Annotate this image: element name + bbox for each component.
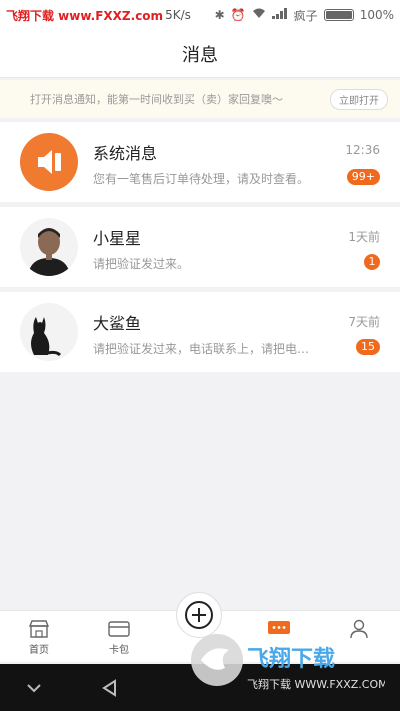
- back-icon[interactable]: [98, 676, 122, 700]
- message-preview: 请把验证发过来。: [93, 257, 190, 271]
- tab-home-label: 首页: [29, 645, 49, 656]
- message-preview: 您有一笔售后订单待处理，请及时查看。: [93, 172, 310, 186]
- cat-avatar: [20, 303, 78, 361]
- message-time: 7天前: [348, 315, 380, 329]
- wallet-icon: [108, 621, 130, 637]
- user-avatar: [20, 218, 78, 276]
- message-time: 1天前: [348, 230, 380, 244]
- notice-text: 打开消息通知，能第一时间收到买（卖）家回复噢～: [30, 93, 283, 106]
- signal-icon: [271, 8, 288, 22]
- alarm-icon: ⏰: [230, 8, 246, 22]
- page-title: 消息: [182, 44, 218, 66]
- watermark-text: 飞翔下载 www.FXXZ.com: [6, 8, 164, 23]
- page-header: 消息: [0, 30, 400, 78]
- carrier-name: 疯子: [293, 8, 318, 23]
- enable-notifications-button[interactable]: 立即打开: [330, 88, 388, 110]
- notification-banner: 打开消息通知，能第一时间收到买（卖）家回复噢～ 立即打开: [0, 80, 400, 118]
- tab-cards-label: 卡包: [109, 645, 129, 656]
- tab-home[interactable]: 首页: [14, 617, 64, 656]
- unread-badge: 1: [364, 254, 380, 270]
- message-time: 12:36: [345, 143, 380, 157]
- tab-cards[interactable]: 卡包: [94, 617, 144, 656]
- message-preview: 请把验证发过来，电话联系上，请把电…: [93, 342, 310, 356]
- battery-percent: 100%: [359, 8, 394, 22]
- watermark-url: 飞翔下载 WWW.FXXZ.COM: [247, 677, 385, 691]
- store-icon: [28, 620, 50, 638]
- unread-badge: 99+: [346, 169, 380, 185]
- status-bar: 飞翔下载 www.FXXZ.com 5K/s ✱ ⏰ 疯子 100%: [0, 0, 400, 30]
- wifi-icon: [252, 8, 266, 22]
- unread-badge: 15: [356, 339, 380, 355]
- message-list: 系统消息 您有一笔售后订单待处理，请及时查看。 12:36 99+ 小星星 请把…: [0, 122, 400, 377]
- chevron-down-icon[interactable]: [22, 676, 46, 700]
- site-watermark: 飞翔下载 飞翔下载 WWW.FXXZ.COM: [191, 634, 385, 691]
- system-speaker-avatar: [20, 133, 78, 191]
- list-item[interactable]: 系统消息 您有一笔售后订单待处理，请及时查看。 12:36 99+: [0, 122, 400, 202]
- watermark-brand: 飞翔下载: [247, 646, 335, 672]
- bluetooth-icon: ✱: [214, 8, 225, 22]
- battery-icon: [323, 9, 354, 21]
- list-item[interactable]: 大鲨鱼 请把验证发过来，电话联系上，请把电… 7天前 15: [0, 292, 400, 372]
- net-speed: 5K/s: [165, 8, 191, 22]
- list-item[interactable]: 小星星 请把验证发过来。 1天前 1: [0, 207, 400, 287]
- message-title: 小星星: [93, 229, 142, 248]
- message-title: 系统消息: [93, 144, 158, 163]
- message-title: 大鲨鱼: [93, 314, 142, 333]
